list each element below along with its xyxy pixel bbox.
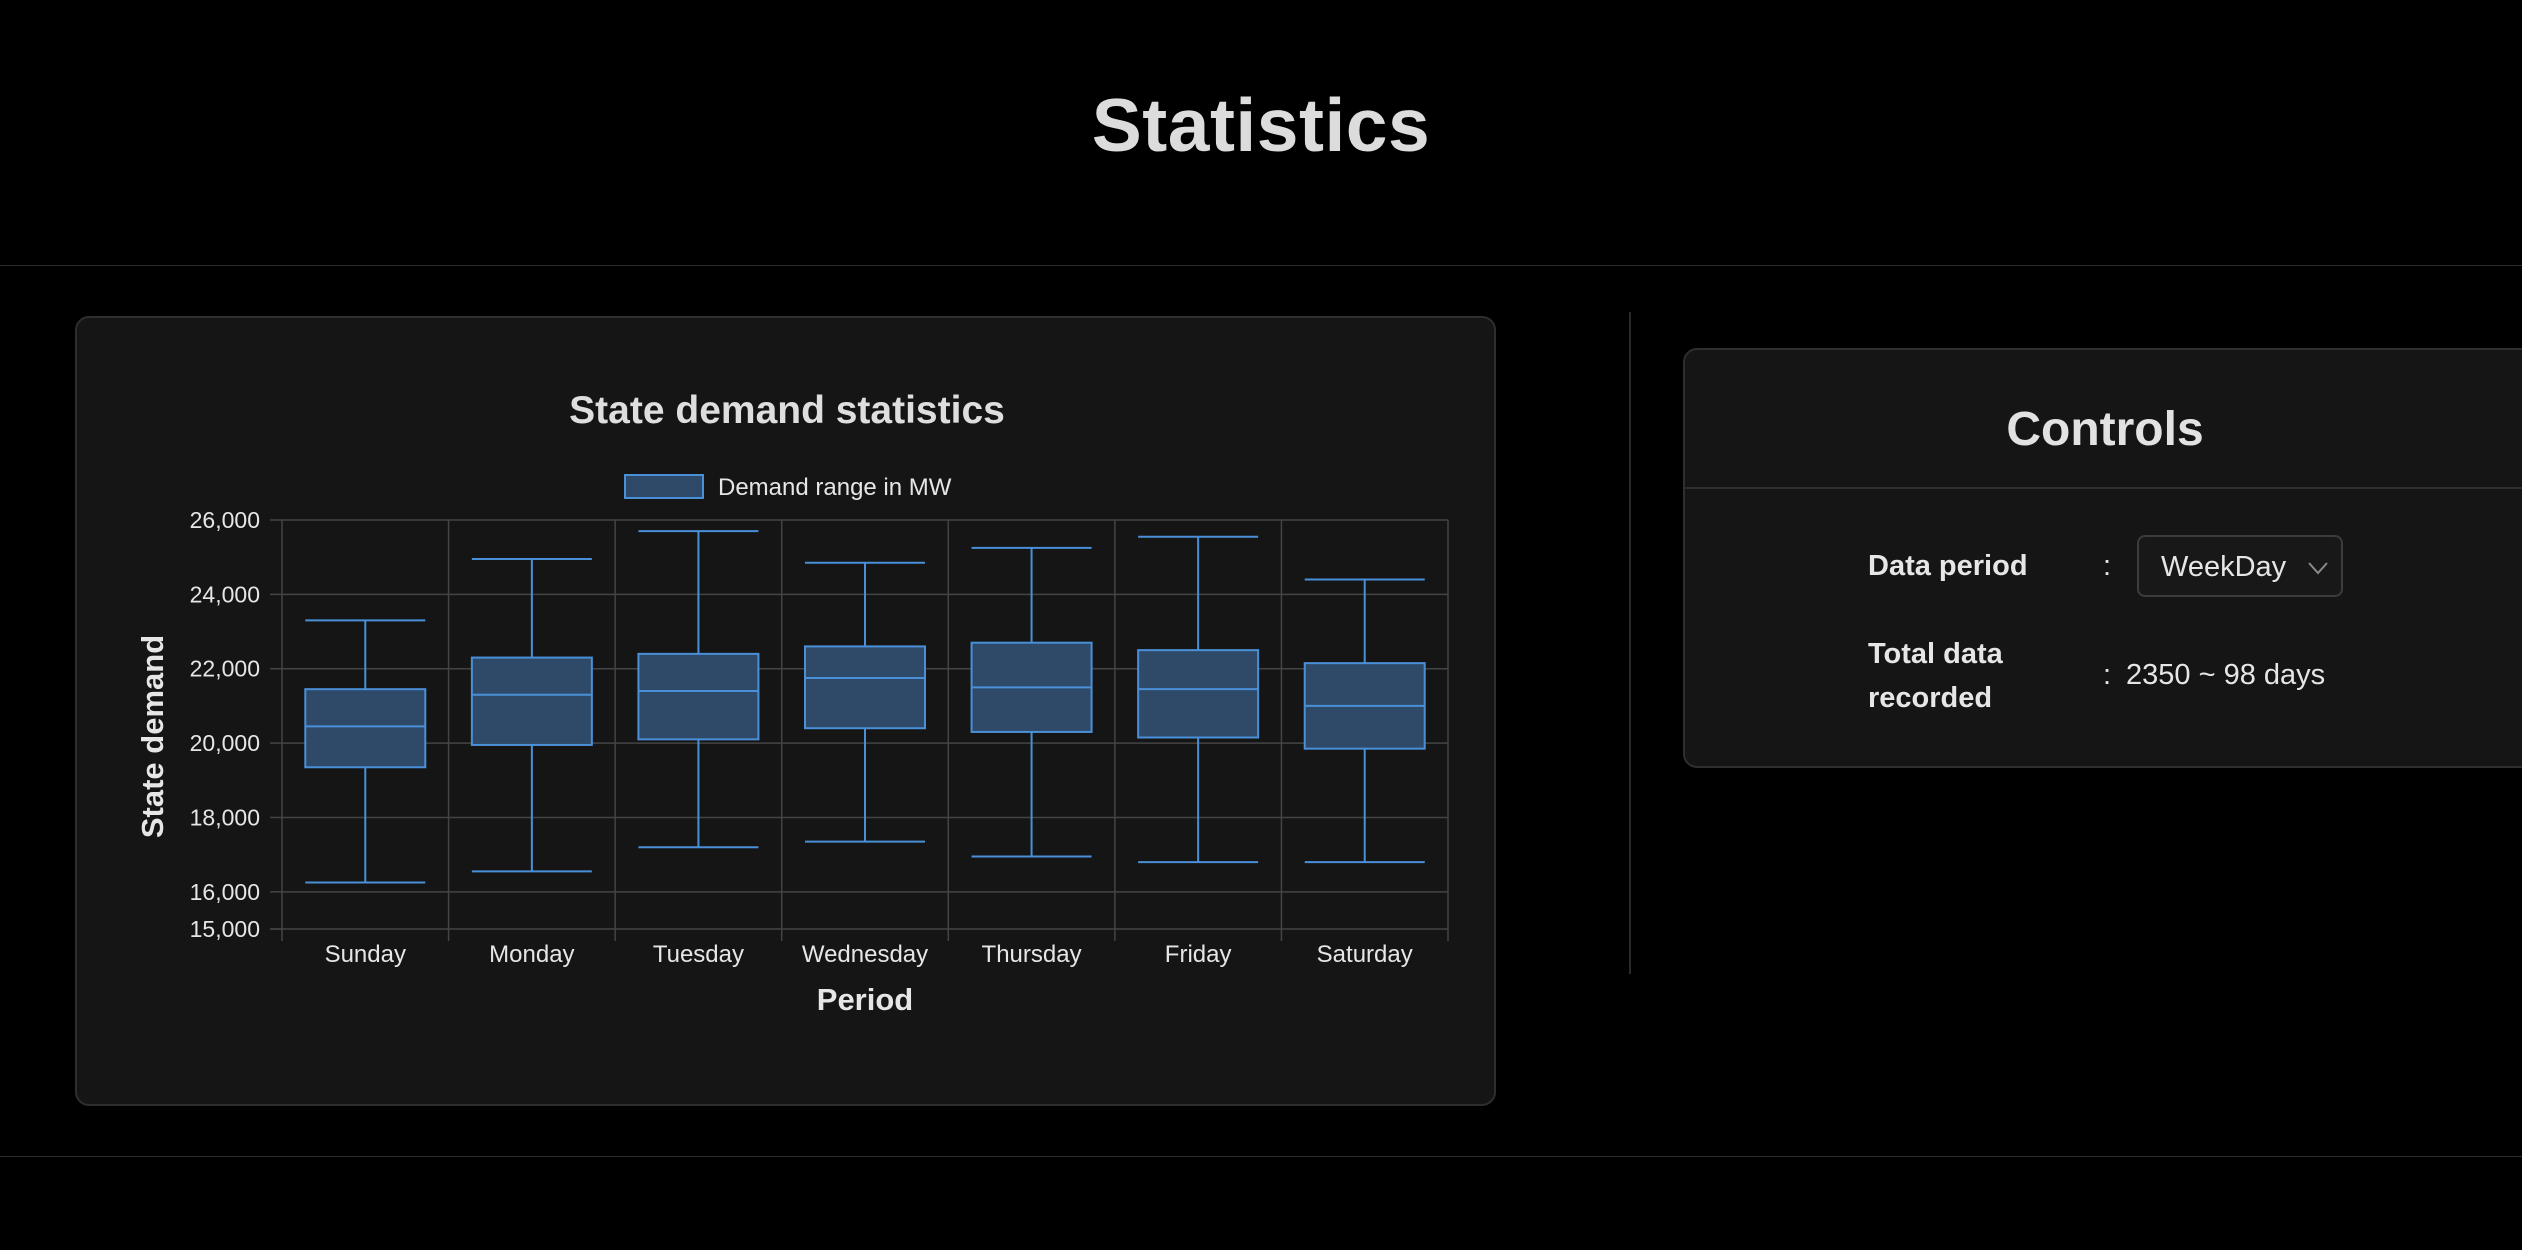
data-period-select[interactable]: WeekDay <box>2137 535 2343 597</box>
header-divider <box>0 265 2522 266</box>
x-tick-label: Friday <box>1165 941 1232 968</box>
box-iqr <box>304 688 427 769</box>
total-data-colon: : <box>2103 659 2112 691</box>
x-axis-label: Period <box>817 982 913 1017</box>
y-tick-label: 20,000 <box>190 730 260 756</box>
box-iqr <box>470 656 593 746</box>
x-tick-label: Sunday <box>325 941 406 968</box>
x-tick-label: Monday <box>489 941 574 968</box>
controls-divider <box>1685 487 2522 489</box>
y-tick-label: 18,000 <box>190 804 260 830</box>
total-data-value: 2350 ~ 98 days <box>2126 659 2326 691</box>
controls-card: Controls Data period : WeekDay Total dat… <box>1683 348 2522 768</box>
y-axis-label: State demand <box>135 635 170 838</box>
box-iqr <box>637 652 760 741</box>
x-tick-label: Thursday <box>982 941 1082 968</box>
box-iqr <box>1137 649 1260 739</box>
page-title: Statistics <box>1091 83 1431 167</box>
y-tick-label: 26,000 <box>190 507 260 533</box>
total-data-label: Total data recorded <box>1868 638 2003 714</box>
chart-title: State demand statistics <box>569 389 1005 432</box>
y-tick-label: 15,000 <box>190 916 260 942</box>
chevron-down-icon <box>2307 551 2329 590</box>
controls-title: Controls <box>2006 403 2204 456</box>
footer-divider <box>0 1156 2522 1157</box>
x-tick-label: Wednesday <box>802 941 928 968</box>
x-tick-label: Saturday <box>1317 941 1413 968</box>
demand-boxplot-chart: State demand statistics Demand range in M… <box>135 389 1449 1017</box>
vertical-divider <box>1629 312 1631 974</box>
data-period-colon: : <box>2103 550 2112 582</box>
data-period-label: Data period <box>1868 550 2028 582</box>
y-tick-label: 24,000 <box>190 581 260 607</box>
legend-swatch <box>624 474 704 499</box>
data-period-selected: WeekDay <box>2161 551 2287 583</box>
box-iqr <box>804 645 926 730</box>
x-tick-label: Tuesday <box>653 941 744 968</box>
legend-label: Demand range in MW <box>718 474 952 501</box>
chart-card: State demand statistics Demand range in M… <box>75 316 1496 1106</box>
y-tick-label: 22,000 <box>190 656 260 682</box>
y-tick-label: 16,000 <box>190 879 260 905</box>
